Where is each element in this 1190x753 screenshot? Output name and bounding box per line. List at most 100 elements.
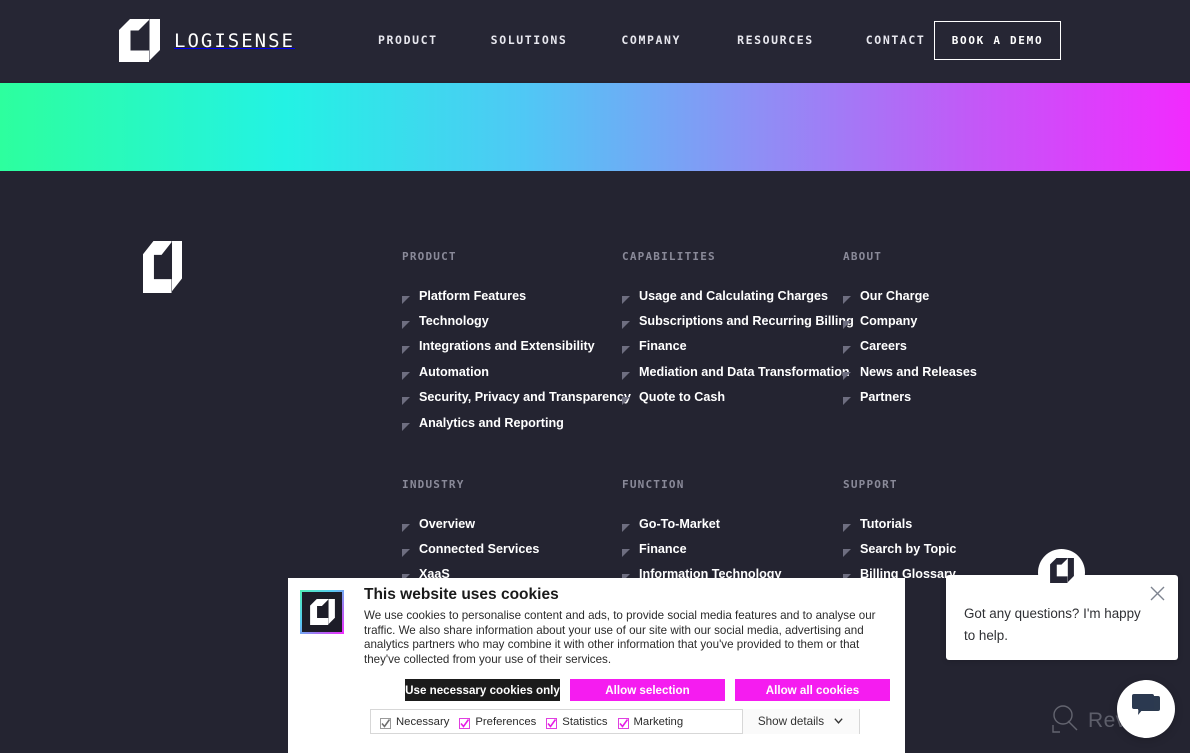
checkbox-label: Statistics [562, 715, 608, 728]
footer-link-label: Subscriptions and Recurring Billing [639, 314, 854, 329]
footer-link[interactable]: Analytics and Reporting [402, 410, 631, 435]
footer-link[interactable]: Finance [622, 536, 782, 561]
show-details-toggle[interactable]: Show details [742, 709, 859, 734]
bullet-triangle-icon [402, 367, 410, 380]
footer-link[interactable]: Partners [843, 385, 977, 410]
footer-column-capabilities: CAPABILITIES Usage and Calculating Charg… [622, 250, 854, 410]
nav-item-company[interactable]: COMPANY [621, 33, 681, 47]
footer-link[interactable]: Finance [622, 334, 854, 359]
footer-link-label: News and Releases [860, 364, 977, 379]
bullet-triangle-icon [843, 316, 851, 330]
footer-link[interactable]: Go-To-Market [622, 511, 782, 536]
bullet-triangle-icon [402, 316, 410, 330]
footer-link[interactable]: Connected Services [402, 536, 539, 561]
footer-column-title: CAPABILITIES [622, 250, 716, 263]
close-icon[interactable] [1149, 585, 1166, 602]
allow-selection-button[interactable]: Allow selection [570, 679, 725, 701]
chevron-down-icon [833, 713, 844, 731]
bullet-triangle-icon [843, 569, 851, 583]
footer-link[interactable]: Security, Privacy and Transparency [402, 385, 631, 410]
checkbox-label: Marketing [633, 715, 684, 728]
footer-link-label: Finance [639, 542, 687, 557]
footer-link-label: Tutorials [860, 516, 913, 531]
chat-launcher-button[interactable] [1117, 680, 1175, 738]
footer-link[interactable]: Subscriptions and Recurring Billing [622, 308, 854, 333]
footer-link-label: Security, Privacy and Transparency [419, 390, 631, 405]
footer-column-product: PRODUCT Platform Features Technology Int… [402, 250, 631, 435]
checkbox-label: Preferences [475, 715, 537, 728]
footer-link[interactable]: Our Charge [843, 283, 977, 308]
chat-bubble-icon [1131, 692, 1161, 727]
checkbox-checked-icon [546, 716, 558, 729]
bullet-triangle-icon [402, 569, 410, 583]
footer-link-label: Connected Services [419, 542, 540, 557]
footer-link[interactable]: Quote to Cash [622, 385, 854, 410]
footer-link[interactable]: Overview [402, 511, 539, 536]
footer-link[interactable]: Technology [402, 308, 631, 333]
footer-column-title: ABOUT [843, 250, 883, 263]
cookie-banner-body: We use cookies to personalise content an… [364, 609, 876, 667]
footer-link[interactable]: Tutorials [843, 511, 956, 536]
nav-item-contact[interactable]: CONTACT [866, 33, 926, 47]
checkbox-checked-icon [380, 716, 391, 729]
main-navigation: PRODUCT SOLUTIONS COMPANY RESOURCES CONT… [378, 33, 925, 47]
footer-link[interactable]: Automation [402, 359, 631, 384]
allow-all-cookies-button[interactable]: Allow all cookies [735, 679, 890, 701]
footer-link-label: Analytics and Reporting [419, 415, 564, 430]
footer-link-label: Our Charge [860, 288, 930, 303]
bullet-triangle-icon [402, 392, 410, 406]
page-root: LOGISENSE PRODUCT SOLUTIONS COMPANY RESO… [0, 0, 1190, 753]
footer-link[interactable]: Platform Features [402, 283, 631, 308]
book-a-demo-button[interactable]: BOOK A DEMO [934, 21, 1061, 60]
bullet-triangle-icon [843, 341, 851, 355]
footer-link[interactable]: Usage and Calculating Charges [622, 283, 854, 308]
bullet-triangle-icon [843, 392, 851, 406]
footer-link-label: Automation [419, 364, 489, 379]
footer-column-title: PRODUCT [402, 250, 457, 263]
footer-column-title: SUPPORT [843, 478, 898, 491]
brand-logo-link[interactable]: LOGISENSE [119, 19, 295, 62]
footer-column-title: INDUSTRY [402, 478, 465, 491]
checkbox-necessary[interactable]: Necessary [380, 716, 449, 729]
bullet-triangle-icon [622, 569, 630, 583]
footer-link-label: Search by Topic [860, 542, 957, 557]
nav-item-product[interactable]: PRODUCT [378, 33, 438, 47]
bullet-triangle-icon [402, 544, 410, 558]
footer-link[interactable]: News and Releases [843, 359, 977, 384]
bullet-triangle-icon [402, 418, 410, 431]
nav-item-resources[interactable]: RESOURCES [737, 33, 814, 47]
footer-column-industry: INDUSTRY Overview Connected Services Xaa… [402, 478, 539, 587]
bullet-triangle-icon [622, 544, 630, 558]
use-necessary-cookies-only-button[interactable]: Use necessary cookies only [405, 679, 560, 701]
bullet-triangle-icon [622, 519, 630, 532]
checkbox-preferences[interactable]: Preferences [459, 715, 537, 729]
footer-link-label: Careers [860, 339, 907, 354]
brand-name: LOGISENSE [174, 29, 295, 52]
footer-link-label: Quote to Cash [639, 390, 726, 405]
cookie-banner-title: This website uses cookies [364, 586, 559, 603]
bullet-triangle-icon [622, 291, 630, 304]
footer-link[interactable]: Mediation and Data Transformation [622, 359, 854, 384]
bullet-triangle-icon [402, 291, 410, 304]
footer-link-label: Platform Features [419, 288, 527, 303]
footer-link-label: Company [860, 314, 918, 329]
footer-link-label: Overview [419, 516, 476, 531]
bullet-triangle-icon [622, 341, 630, 355]
checkbox-marketing[interactable]: Marketing [617, 715, 684, 729]
bullet-triangle-icon [843, 544, 851, 558]
footer-column-about: ABOUT Our Charge Company Careers News an… [843, 250, 977, 410]
footer-column-support: SUPPORT Tutorials Search by Topic Billin… [843, 478, 956, 587]
bullet-triangle-icon [843, 519, 851, 532]
footer-link-label: Mediation and Data Transformation [639, 364, 850, 379]
checkbox-checked-icon [617, 716, 629, 729]
footer-link[interactable]: Integrations and Extensibility [402, 334, 631, 359]
bullet-triangle-icon [402, 341, 410, 355]
footer-link-label: Technology [419, 314, 489, 329]
logisense-l-logo-icon [119, 19, 160, 62]
checkbox-statistics[interactable]: Statistics [546, 715, 608, 729]
footer-link[interactable]: Careers [843, 334, 977, 359]
footer-link-label: Go-To-Market [639, 516, 720, 531]
nav-item-solutions[interactable]: SOLUTIONS [491, 33, 568, 47]
footer-link[interactable]: Company [843, 308, 977, 333]
footer-link[interactable]: Search by Topic [843, 536, 956, 561]
